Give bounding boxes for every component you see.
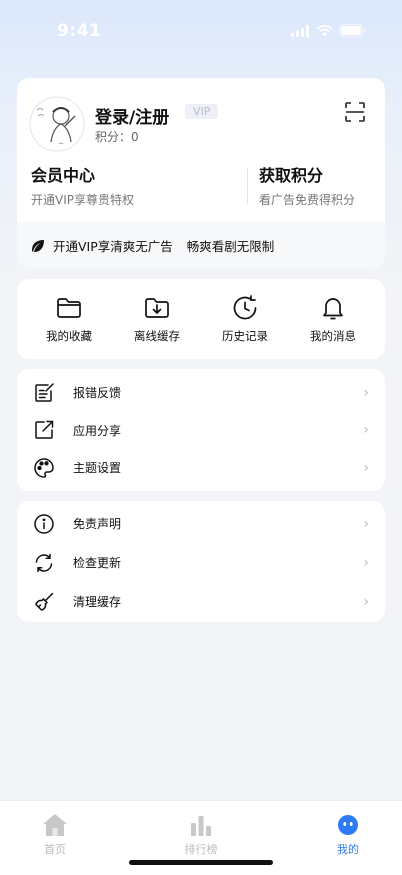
palette-icon [34,457,54,478]
profile-face-icon [338,815,358,835]
history-label: 历史记录 [222,329,268,343]
theme-settings-row[interactable]: 主题设置 › [17,449,385,487]
share-app-label: 应用分享 [73,423,122,438]
signal-icon [291,24,309,37]
disclaimer-label: 免责声明 [73,517,122,531]
offline-cache-label: 离线缓存 [134,329,180,343]
points-label: 积分： [95,130,132,144]
home-icon [43,814,67,836]
info-icon [34,513,54,534]
battery-icon [339,24,366,37]
bell-icon [323,298,343,320]
home-indicator [129,860,273,865]
points-value: 0 [131,130,139,144]
banner-text-1: 开通VIP享清爽无广告 [53,239,173,254]
chevron-right-icon: › [363,384,369,401]
menu-group-2: 免责声明 › 检查更新 › 清理缓存 › [17,501,385,622]
favorites-label: 我的收藏 [46,329,92,343]
chevron-right-icon: › [363,515,369,532]
chevron-right-icon: › [363,593,369,610]
vip-badge: VIP [185,104,219,119]
chevron-right-icon: › [363,422,369,439]
favorites-button[interactable]: 我的收藏 [29,294,109,344]
feedback-row[interactable]: 报错反馈 › [17,374,385,412]
chevron-right-icon: › [363,459,369,476]
profile-card: 登录/注册 VIP 积分：0 会员中心 开通VIP享尊贵特权 获取积分 看广告免… [17,78,385,268]
clear-cache-row[interactable]: 清理缓存 › [17,582,385,621]
points-display: 积分：0 [95,128,139,145]
refresh-icon [35,553,53,572]
get-points-button[interactable]: 获取积分 看广告免费得积分 [259,162,355,208]
divider [247,168,248,204]
broom-icon [35,592,54,611]
tab-mine[interactable]: 我的 [308,813,388,857]
download-folder-icon [145,298,169,318]
tab-ranking-label: 排行榜 [184,843,218,856]
login-register-link[interactable]: 登录/注册 [95,103,169,128]
get-points-subtitle: 看广告免费得积分 [259,193,356,207]
status-bar: 9:41 [0,0,402,64]
vip-banner[interactable]: 开通VIP享清爽无广告 畅爽看剧无限制 [31,236,274,255]
member-center-title: 会员中心 [31,166,96,185]
wifi-icon [316,24,333,36]
check-update-label: 检查更新 [73,556,122,570]
messages-label: 我的消息 [310,329,356,343]
feedback-label: 报错反馈 [73,386,122,401]
folder-icon [57,298,81,318]
clear-cache-label: 清理缓存 [73,595,122,609]
status-time: 9:41 [57,21,102,41]
disclaimer-row[interactable]: 免责声明 › [17,504,385,543]
tab-ranking[interactable]: 排行榜 [161,813,241,857]
feedback-edit-icon [35,383,54,402]
banner-text-2: 畅爽看剧无限制 [186,239,275,254]
tab-mine-label: 我的 [337,843,359,856]
messages-button[interactable]: 我的消息 [293,294,373,344]
status-icons [291,24,366,37]
avatar[interactable] [29,96,85,152]
tab-home[interactable]: 首页 [15,813,95,857]
history-icon [233,295,257,320]
menu-group-1: 报错反馈 › 应用分享 › 主题设置 › [17,369,385,491]
offline-cache-button[interactable]: 离线缓存 [117,294,197,344]
tab-home-label: 首页 [44,843,66,856]
member-center-subtitle: 开通VIP享尊贵特权 [31,193,134,207]
share-app-row[interactable]: 应用分享 › [17,412,385,450]
check-update-row[interactable]: 检查更新 › [17,543,385,582]
get-points-title: 获取积分 [259,166,324,185]
bar-chart-icon [191,816,211,836]
chevron-right-icon: › [363,554,369,571]
scan-icon[interactable] [345,102,365,122]
history-button[interactable]: 历史记录 [205,294,285,344]
quick-actions-card: 我的收藏 离线缓存 历史记录 我的消息 [17,279,385,359]
leaf-icon [32,239,44,252]
member-center-button[interactable]: 会员中心 开通VIP享尊贵特权 [31,162,134,208]
share-icon [35,421,54,439]
theme-settings-label: 主题设置 [73,461,122,476]
